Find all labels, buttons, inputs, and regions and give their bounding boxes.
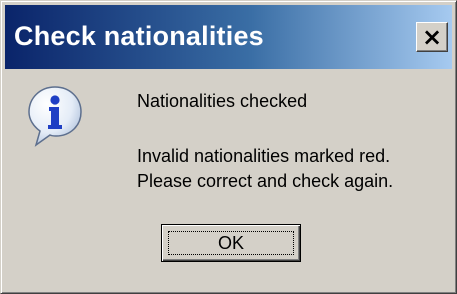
- dialog-title: Check nationalities: [14, 21, 264, 51]
- message-dialog: Check nationalities × Nationalities chec…: [0, 0, 457, 294]
- ok-button-label: OK: [217, 232, 244, 253]
- information-icon: [28, 86, 82, 147]
- title-bar[interactable]: Check nationalities ×: [5, 5, 452, 69]
- message-heading: Nationalities checked: [137, 91, 308, 111]
- message-line-1: Invalid nationalities marked red.: [137, 146, 391, 166]
- close-button[interactable]: ×: [416, 22, 448, 52]
- close-icon: ×: [421, 23, 443, 51]
- ok-button[interactable]: OK: [161, 224, 301, 262]
- message-line-2: Please correct and check again.: [137, 171, 394, 191]
